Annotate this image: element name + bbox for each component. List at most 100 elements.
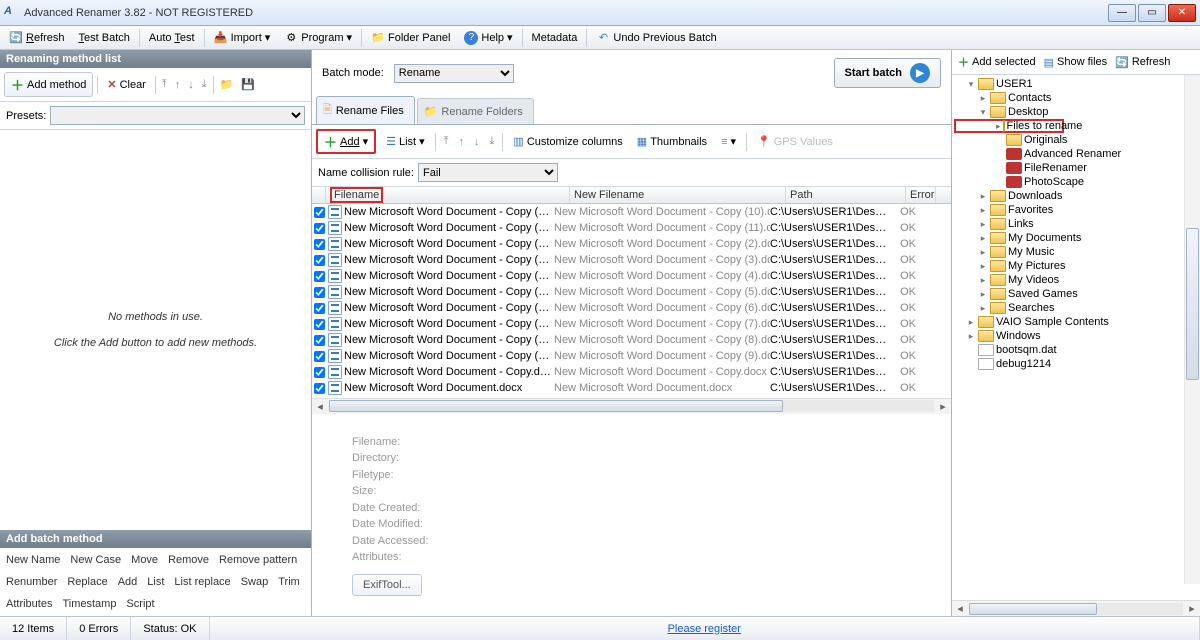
table-row[interactable]: New Microsoft Word Document - Copy (8).d… bbox=[312, 332, 951, 348]
batch-mode-select[interactable]: Rename bbox=[394, 64, 514, 83]
batch-method-new-case[interactable]: New Case bbox=[70, 554, 121, 566]
scroll-left-icon[interactable]: ◂ bbox=[952, 602, 968, 615]
table-row[interactable]: New Microsoft Word Document - Copy (6).d… bbox=[312, 300, 951, 316]
batch-method-new-name[interactable]: New Name bbox=[6, 554, 60, 566]
sort-up-icon[interactable]: ↑ bbox=[457, 136, 467, 148]
save-icon[interactable]: 💾 bbox=[239, 78, 257, 91]
row-checkbox[interactable] bbox=[312, 367, 326, 378]
tree-scroll-thumb[interactable] bbox=[1186, 228, 1199, 381]
import-button[interactable]: 📥Import ▾ bbox=[209, 29, 276, 47]
batch-method-list-replace[interactable]: List replace bbox=[174, 576, 230, 588]
expand-icon[interactable]: ▾ bbox=[978, 105, 988, 119]
tree-node[interactable]: ▸VAIO Sample Contents bbox=[954, 315, 1198, 329]
tree-node[interactable]: ▸My Pictures bbox=[954, 259, 1198, 273]
thumbnails-button[interactable]: ▦Thumbnails bbox=[633, 133, 711, 150]
help-button[interactable]: ?Help ▾ bbox=[459, 29, 517, 47]
row-checkbox[interactable] bbox=[312, 319, 326, 330]
expand-icon[interactable]: ▸ bbox=[978, 259, 988, 273]
tree-node[interactable]: ▸My Videos bbox=[954, 273, 1198, 287]
add-files-button[interactable]: ＋Add ▾ bbox=[316, 129, 376, 154]
row-checkbox[interactable] bbox=[312, 255, 326, 266]
tab-rename-folders[interactable]: 📁Rename Folders bbox=[417, 98, 534, 124]
col-check[interactable] bbox=[312, 187, 326, 203]
tree-node[interactable]: ▸Files to rename bbox=[954, 119, 1064, 133]
batch-method-timestamp[interactable]: Timestamp bbox=[62, 598, 116, 610]
show-files-button[interactable]: ▤Show files bbox=[1044, 56, 1108, 69]
batch-method-remove-pattern[interactable]: Remove pattern bbox=[219, 554, 297, 566]
sort-down-icon[interactable]: ↓ bbox=[472, 136, 482, 148]
tree-node[interactable]: bootsqm.dat bbox=[954, 343, 1198, 357]
list-button[interactable]: ☰List ▾ bbox=[382, 133, 429, 150]
expand-icon[interactable]: ▸ bbox=[978, 203, 988, 217]
tree-node[interactable]: ▸My Music bbox=[954, 245, 1198, 259]
row-checkbox[interactable] bbox=[312, 271, 326, 282]
batch-method-replace[interactable]: Replace bbox=[67, 576, 107, 588]
close-button[interactable]: ✕ bbox=[1168, 4, 1196, 22]
table-row[interactable]: New Microsoft Word Document - Copy (5).d… bbox=[312, 284, 951, 300]
col-error[interactable]: Error bbox=[906, 187, 936, 203]
expand-icon[interactable]: ▾ bbox=[966, 77, 976, 91]
tree-node[interactable]: ▸Downloads bbox=[954, 189, 1198, 203]
refresh-button[interactable]: 🔄Refresh bbox=[4, 29, 70, 47]
row-checkbox[interactable] bbox=[312, 303, 326, 314]
add-method-button[interactable]: ＋Add method bbox=[4, 72, 93, 97]
register-link[interactable]: Please register bbox=[668, 623, 741, 635]
tree-node[interactable]: ▾Desktop bbox=[954, 105, 1198, 119]
table-row[interactable]: New Microsoft Word Document.docxNew Micr… bbox=[312, 380, 951, 396]
undo-button[interactable]: ↶Undo Previous Batch bbox=[591, 29, 721, 47]
row-checkbox[interactable] bbox=[312, 383, 326, 394]
batch-method-script[interactable]: Script bbox=[126, 598, 154, 610]
tree-node[interactable]: ▸Links bbox=[954, 217, 1198, 231]
row-checkbox[interactable] bbox=[312, 351, 326, 362]
metadata-button[interactable]: Metadata bbox=[527, 30, 583, 46]
tree-node[interactable]: ▸My Documents bbox=[954, 231, 1198, 245]
tree-node[interactable]: ▸Saved Games bbox=[954, 287, 1198, 301]
program-button[interactable]: ⚙Program ▾ bbox=[279, 29, 357, 47]
batch-method-list[interactable]: List bbox=[147, 576, 164, 588]
col-new-filename[interactable]: New Filename bbox=[570, 187, 786, 203]
minimize-button[interactable]: — bbox=[1108, 4, 1136, 22]
exiftool-button[interactable]: ExifTool... bbox=[352, 574, 422, 597]
expand-icon[interactable]: ▸ bbox=[978, 287, 988, 301]
tree-node[interactable]: ▾USER1 bbox=[954, 77, 1198, 91]
tree-refresh-button[interactable]: 🔄Refresh bbox=[1115, 56, 1170, 69]
row-checkbox[interactable] bbox=[312, 223, 326, 234]
maximize-button[interactable]: ▭ bbox=[1138, 4, 1166, 22]
batch-method-remove[interactable]: Remove bbox=[168, 554, 209, 566]
tree-node[interactable]: FileRenamer bbox=[954, 161, 1198, 175]
gps-button[interactable]: 📍GPS Values bbox=[753, 133, 837, 150]
row-checkbox[interactable] bbox=[312, 335, 326, 346]
move-down-icon[interactable]: ↓ bbox=[186, 79, 196, 91]
expand-icon[interactable]: ▸ bbox=[978, 189, 988, 203]
test-batch-button[interactable]: Test Batch bbox=[74, 30, 135, 46]
scroll-track[interactable] bbox=[969, 603, 1183, 615]
tree-scrollbar[interactable] bbox=[1184, 75, 1200, 584]
batch-method-trim[interactable]: Trim bbox=[278, 576, 300, 588]
batch-method-add[interactable]: Add bbox=[118, 576, 138, 588]
customize-columns-button[interactable]: ▥Customize columns bbox=[509, 133, 626, 150]
open-icon[interactable]: 📁 bbox=[218, 78, 236, 91]
scroll-track[interactable] bbox=[329, 400, 934, 412]
expand-icon[interactable]: ▸ bbox=[978, 301, 988, 315]
scroll-thumb[interactable] bbox=[969, 603, 1097, 615]
table-row[interactable]: New Microsoft Word Document - Copy (4).d… bbox=[312, 268, 951, 284]
auto-test-button[interactable]: Auto Test bbox=[144, 30, 200, 46]
row-checkbox[interactable] bbox=[312, 207, 326, 218]
batch-method-renumber[interactable]: Renumber bbox=[6, 576, 57, 588]
move-bottom-icon[interactable]: ⤓ bbox=[200, 78, 209, 91]
expand-icon[interactable]: ▸ bbox=[978, 91, 988, 105]
expand-icon[interactable]: ▸ bbox=[978, 231, 988, 245]
batch-method-swap[interactable]: Swap bbox=[241, 576, 269, 588]
row-checkbox[interactable] bbox=[312, 239, 326, 250]
expand-icon[interactable]: ▸ bbox=[978, 245, 988, 259]
table-row[interactable]: New Microsoft Word Document - Copy (7).d… bbox=[312, 316, 951, 332]
tree-node[interactable]: PhotoScape bbox=[954, 175, 1198, 189]
hscrollbar[interactable]: ◂ ▸ bbox=[312, 398, 951, 414]
expand-icon[interactable]: ▸ bbox=[966, 329, 976, 343]
move-top-icon[interactable]: ⤒ bbox=[160, 78, 169, 91]
table-row[interactable]: New Microsoft Word Document - Copy.docxN… bbox=[312, 364, 951, 380]
tab-rename-files[interactable]: 🗎Rename Files bbox=[316, 96, 415, 124]
expand-icon[interactable]: ▸ bbox=[978, 273, 988, 287]
batch-method-attributes[interactable]: Attributes bbox=[6, 598, 52, 610]
table-row[interactable]: New Microsoft Word Document - Copy (2).d… bbox=[312, 236, 951, 252]
